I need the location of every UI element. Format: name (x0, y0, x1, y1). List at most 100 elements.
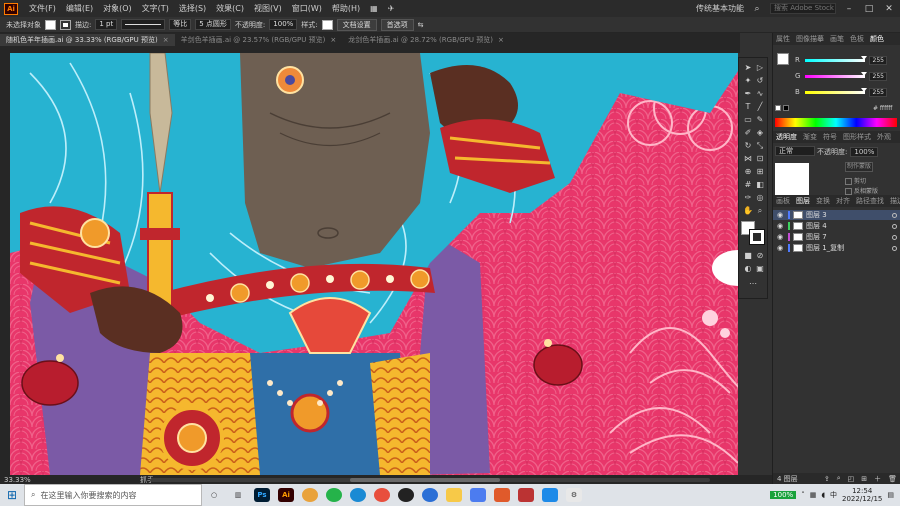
paintbrush-icon[interactable]: ✎ (754, 114, 766, 125)
rectangle-tool-icon[interactable]: ▭ (742, 114, 754, 125)
wps-icon[interactable] (494, 488, 510, 502)
free-transform-icon[interactable]: ⊡ (754, 153, 766, 164)
illustrator-icon[interactable]: Ai (278, 488, 294, 502)
eraser-icon[interactable]: ◈ (754, 127, 766, 138)
preferences-button[interactable]: 首选项 (380, 18, 414, 31)
tab-color[interactable]: 颜色 (870, 34, 884, 44)
export-icon[interactable]: ⇪ (824, 475, 830, 483)
line-tool-icon[interactable]: ╱ (754, 101, 766, 112)
volume-icon[interactable]: ◖ (821, 491, 825, 499)
scale-tool-icon[interactable]: ⤡ (754, 140, 766, 151)
app-icon[interactable] (422, 488, 438, 502)
tray-overflow-icon[interactable]: ˄ (801, 491, 805, 499)
drawing-app-icon[interactable] (518, 488, 534, 502)
arrange-documents-icon[interactable]: ▦ (365, 4, 383, 13)
tab-transform[interactable]: 变换 (816, 196, 830, 206)
tab-gradient[interactable]: 渐变 (803, 132, 817, 142)
clock[interactable]: 12:54 2022/12/15 (842, 487, 882, 503)
stroke-style-dropdown[interactable]: 等比 (169, 19, 192, 30)
stroke-weight-field[interactable]: 1 pt (95, 19, 118, 30)
fill-swatch[interactable] (45, 19, 56, 30)
mesh-tool-icon[interactable]: # (742, 179, 754, 190)
menu-window[interactable]: 窗口(W) (287, 3, 327, 14)
close-button[interactable]: ✕ (882, 4, 896, 14)
tab-brushes[interactable]: 画笔 (830, 34, 844, 44)
curvature-tool-icon[interactable]: ∿ (754, 88, 766, 99)
tab-align[interactable]: 对齐 (836, 196, 850, 206)
layer-row[interactable]: ◉ 图层 1_复制 (773, 243, 900, 253)
pen-tool-icon[interactable]: ✒ (742, 88, 754, 99)
stock-search-input[interactable]: 搜索 Adobe Stock (770, 3, 836, 14)
blue-slider[interactable] (805, 87, 867, 94)
maximize-button[interactable]: □ (862, 4, 876, 14)
white-swatch[interactable] (775, 105, 781, 111)
wechat-icon[interactable] (326, 488, 342, 502)
green-value-field[interactable]: 255 (869, 71, 887, 81)
opacity-field[interactable]: 100% (269, 19, 298, 30)
eye-icon[interactable]: ◉ (777, 211, 785, 219)
layer-target-icon[interactable] (892, 245, 897, 251)
tab-stroke[interactable]: 描边 (890, 196, 900, 206)
new-layer-icon[interactable]: ＋ (874, 474, 881, 484)
red-slider[interactable] (805, 55, 867, 62)
music-app-icon[interactable] (470, 488, 486, 502)
delete-layer-icon[interactable]: 🗑 (888, 475, 897, 483)
blend-mode-dropdown[interactable]: 正常 (775, 146, 815, 156)
layer-row[interactable]: ◉ 图层 4 (773, 221, 900, 231)
tab-symbols[interactable]: 符号 (823, 132, 837, 142)
chrome-icon[interactable] (302, 488, 318, 502)
gradient-tool-icon[interactable]: ◧ (754, 179, 766, 190)
screen-mode-icon[interactable]: ▣ (754, 263, 766, 274)
tab-transparency[interactable]: 透明度 (776, 132, 797, 142)
color-mode-icon[interactable]: ■ (742, 250, 754, 261)
menu-help[interactable]: 帮助(H) (327, 3, 365, 14)
file-explorer-icon[interactable] (446, 488, 462, 502)
stroke-swatch[interactable] (60, 19, 71, 30)
close-tab-icon[interactable]: × (330, 36, 336, 44)
clip-checkbox[interactable]: 剪切 (845, 176, 866, 185)
menu-edit[interactable]: 编辑(E) (61, 3, 98, 14)
menu-view[interactable]: 视图(V) (249, 3, 287, 14)
none-swatch-icon[interactable]: ⊘ (754, 250, 766, 261)
red-value-field[interactable]: 255 (869, 55, 887, 65)
shaper-tool-icon[interactable]: ✐ (742, 127, 754, 138)
layer-name[interactable]: 图层 1_复制 (806, 243, 844, 253)
task-view-icon[interactable]: ○ (206, 488, 222, 502)
layer-row[interactable]: ◉ 图层 7 (773, 232, 900, 242)
menu-type[interactable]: 文字(T) (137, 3, 174, 14)
tab-artboards[interactable]: 画板 (776, 196, 790, 206)
variable-width-profile[interactable] (121, 19, 166, 30)
tab-graphic-styles[interactable]: 图形样式 (843, 132, 871, 142)
layer-target-icon[interactable] (892, 234, 897, 240)
settings-icon[interactable]: ⚙ (566, 488, 582, 502)
eye-icon[interactable]: ◉ (777, 222, 785, 230)
windows-start-icon[interactable]: ⊞ (0, 484, 24, 506)
black-swatch[interactable] (783, 105, 789, 111)
edge-icon[interactable] (350, 488, 366, 502)
opacity-field[interactable]: 100% (850, 147, 879, 157)
tab-document-2[interactable]: 羊剑色羊插画.ai @ 23.57% (RGB/GPU 预览) × (175, 34, 343, 46)
launch-icon[interactable]: ✈ (383, 4, 400, 13)
workspace-switcher[interactable]: 传统基本功能 (696, 3, 744, 14)
clipping-mask-icon[interactable]: ◰ (848, 475, 855, 483)
menu-object[interactable]: 对象(O) (98, 3, 137, 14)
menu-file[interactable]: 文件(F) (24, 3, 61, 14)
lasso-icon[interactable]: ↺ (754, 75, 766, 86)
minimize-button[interactable]: – (842, 4, 856, 14)
close-tab-icon[interactable]: × (498, 36, 504, 44)
type-tool-icon[interactable]: T (742, 101, 754, 112)
menu-select[interactable]: 选择(S) (174, 3, 211, 14)
rotate-tool-icon[interactable]: ↻ (742, 140, 754, 151)
zoom-tool-icon[interactable]: ⌕ (754, 205, 766, 216)
tab-document-3[interactable]: 龙剑色羊插画.ai @ 28.72% (RGB/GPU 预览) × (342, 34, 510, 46)
invert-mask-checkbox[interactable]: 反相蒙版 (845, 186, 878, 195)
tab-document-1[interactable]: 随机色羊年插画.ai @ 33.33% (RGB/GPU 预览) × (0, 34, 175, 46)
perspective-grid-icon[interactable]: ⊞ (754, 166, 766, 177)
taskbar-search[interactable]: ⌕ 在这里输入你要搜索的内容 (24, 484, 202, 506)
input-method[interactable]: 中 (830, 490, 837, 500)
blue-value-field[interactable]: 255 (869, 87, 887, 97)
browser-icon[interactable] (374, 488, 390, 502)
artboard-canvas[interactable] (10, 53, 738, 475)
arrange-icon[interactable]: ⇆ (418, 21, 424, 29)
layer-target-icon[interactable] (892, 223, 897, 229)
